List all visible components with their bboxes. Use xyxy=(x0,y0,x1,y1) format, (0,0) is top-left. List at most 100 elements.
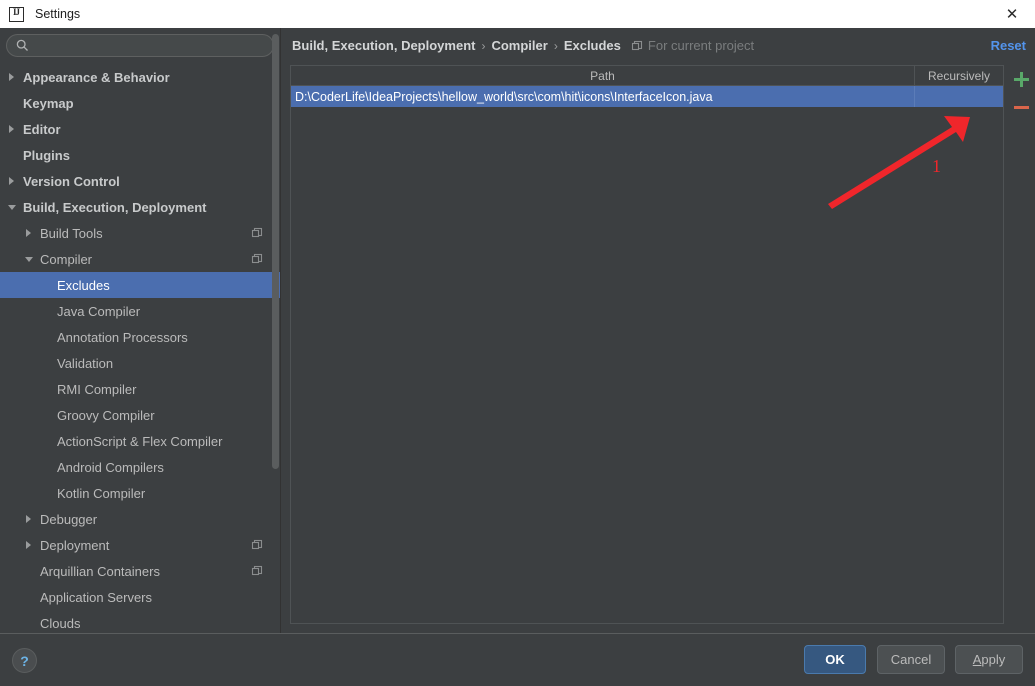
table-toolbar xyxy=(1007,65,1035,135)
help-button[interactable]: ? xyxy=(12,648,37,673)
sidebar-item-label: Groovy Compiler xyxy=(57,407,155,423)
sidebar-item-clouds[interactable]: Clouds xyxy=(0,610,281,633)
window-title: Settings xyxy=(35,7,81,21)
cell-recursively[interactable] xyxy=(915,86,1003,107)
settings-sidebar: Appearance & Behavior Keymap Editor Plugins… xyxy=(0,28,281,633)
reset-link[interactable]: Reset xyxy=(991,38,1026,53)
sidebar-item-label: Build Tools xyxy=(40,225,103,241)
chevron-right-icon[interactable] xyxy=(8,124,17,134)
tree-arrow-placeholder xyxy=(42,411,51,420)
sidebar-item-plugins[interactable]: Plugins xyxy=(0,142,281,168)
sidebar-item-label: Plugins xyxy=(23,147,70,163)
chevron-right-icon[interactable] xyxy=(25,228,34,238)
scope-note: For current project xyxy=(647,38,755,53)
cancel-button[interactable]: Cancel xyxy=(877,645,945,674)
plus-icon xyxy=(1013,71,1029,87)
remove-exclude-button[interactable] xyxy=(1007,93,1035,121)
apply-button[interactable]: Apply xyxy=(955,645,1023,674)
sidebar-item-validation[interactable]: Validation xyxy=(0,350,281,376)
project-scope-icon xyxy=(251,539,263,550)
sidebar-item-label: Arquillian Containers xyxy=(40,563,160,579)
breadcrumb-separator-1: › xyxy=(553,38,558,53)
project-scope-icon xyxy=(251,227,263,238)
search-icon xyxy=(16,39,28,51)
sidebar-item-appearance-behavior[interactable]: Appearance & Behavior xyxy=(0,64,281,90)
tree-arrow-placeholder xyxy=(42,437,51,446)
tree-arrow-placeholder xyxy=(42,489,51,498)
sidebar-item-compiler[interactable]: Compiler xyxy=(0,246,281,272)
chevron-right-icon[interactable] xyxy=(8,72,17,82)
sidebar-item-label: Editor xyxy=(23,121,61,137)
sidebar-item-label: Keymap xyxy=(23,95,74,111)
table-row[interactable]: D:\CoderLife\IdeaProjects\hellow_world\s… xyxy=(291,86,1003,107)
minus-icon xyxy=(1013,105,1029,109)
sidebar-item-keymap[interactable]: Keymap xyxy=(0,90,281,116)
sidebar-item-build-tools[interactable]: Build Tools xyxy=(0,220,281,246)
tree-arrow-placeholder xyxy=(25,567,34,576)
sidebar-item-actionscript-flex-compiler[interactable]: ActionScript & Flex Compiler xyxy=(0,428,281,454)
sidebar-item-label: Validation xyxy=(57,355,114,371)
breadcrumb-item-0[interactable]: Build, Execution, Deployment xyxy=(292,38,475,53)
chevron-right-icon[interactable] xyxy=(25,514,34,524)
sidebar-item-label: Clouds xyxy=(40,615,81,631)
apply-mnemonic: A xyxy=(972,652,982,667)
sidebar-item-excludes[interactable]: Excludes xyxy=(0,272,281,298)
sidebar-item-java-compiler[interactable]: Java Compiler xyxy=(0,298,281,324)
chevron-right-icon[interactable] xyxy=(25,540,34,550)
sidebar-item-debugger[interactable]: Debugger xyxy=(0,506,281,532)
sidebar-item-annotation-processors[interactable]: Annotation Processors xyxy=(0,324,281,350)
tree-arrow-placeholder xyxy=(42,359,51,368)
ok-button[interactable]: OK xyxy=(804,645,866,674)
chevron-right-icon[interactable] xyxy=(8,176,17,186)
table-body: D:\CoderLife\IdeaProjects\hellow_world\s… xyxy=(291,86,1003,107)
tree-arrow-placeholder xyxy=(42,281,51,290)
sidebar-item-android-compilers[interactable]: Android Compilers xyxy=(0,454,281,480)
close-icon[interactable]: ✕ xyxy=(989,0,1035,28)
chevron-down-icon[interactable] xyxy=(8,203,17,212)
sidebar-item-application-servers[interactable]: Application Servers xyxy=(0,584,281,610)
sidebar-item-label: Deployment xyxy=(40,537,110,553)
sidebar-item-label: ActionScript & Flex Compiler xyxy=(57,433,223,449)
sidebar-item-label: Application Servers xyxy=(40,589,152,605)
cell-path: D:\CoderLife\IdeaProjects\hellow_world\s… xyxy=(291,86,915,107)
settings-tree[interactable]: Appearance & Behavior Keymap Editor Plugins… xyxy=(0,64,281,633)
breadcrumb-item-2: Excludes xyxy=(563,38,621,53)
sidebar-item-label: RMI Compiler xyxy=(57,381,137,397)
tree-arrow-placeholder xyxy=(42,463,51,472)
tree-arrow-placeholder xyxy=(42,307,51,316)
sidebar-item-version-control[interactable]: Version Control xyxy=(0,168,281,194)
sidebar-item-editor[interactable]: Editor xyxy=(0,116,281,142)
column-header-path[interactable]: Path xyxy=(291,66,915,85)
tree-arrow-placeholder xyxy=(8,99,17,108)
excludes-table: Path Recursively D:\CoderLife\IdeaProjec… xyxy=(290,65,1004,624)
sidebar-item-rmi-compiler[interactable]: RMI Compiler xyxy=(0,376,281,402)
tree-arrow-placeholder xyxy=(25,593,34,602)
search-input[interactable] xyxy=(34,38,263,53)
sidebar-item-deployment[interactable]: Deployment xyxy=(0,532,281,558)
sidebar-item-label: Annotation Processors xyxy=(57,329,188,345)
sidebar-item-build-execution-deployment[interactable]: Build, Execution, Deployment xyxy=(0,194,281,220)
breadcrumb: Build, Execution, Deployment › Compiler … xyxy=(292,38,754,53)
search-field[interactable] xyxy=(6,34,274,57)
breadcrumb-item-1[interactable]: Compiler xyxy=(491,38,547,53)
column-header-recursively[interactable]: Recursively xyxy=(915,66,1003,85)
sidebar-item-label: Excludes xyxy=(57,277,110,293)
sidebar-item-arquillian-containers[interactable]: Arquillian Containers xyxy=(0,558,281,584)
sidebar-item-kotlin-compiler[interactable]: Kotlin Compiler xyxy=(0,480,281,506)
project-scope-icon xyxy=(251,253,263,264)
settings-content: Build, Execution, Deployment › Compiler … xyxy=(281,28,1035,633)
sidebar-item-label: Version Control xyxy=(23,173,120,189)
add-exclude-button[interactable] xyxy=(1007,65,1035,93)
breadcrumb-separator-0: › xyxy=(481,38,486,53)
apply-label-rest: pply xyxy=(981,652,1006,667)
sidebar-scrollbar[interactable] xyxy=(272,34,279,469)
tree-arrow-placeholder xyxy=(42,333,51,342)
tree-arrow-placeholder xyxy=(42,385,51,394)
sidebar-item-label: Kotlin Compiler xyxy=(57,485,146,501)
sidebar-item-label: Android Compilers xyxy=(57,459,164,475)
tree-arrow-placeholder xyxy=(25,619,34,628)
sidebar-item-label: Build, Execution, Deployment xyxy=(23,199,207,215)
chevron-down-icon[interactable] xyxy=(25,255,34,264)
sidebar-item-groovy-compiler[interactable]: Groovy Compiler xyxy=(0,402,281,428)
sidebar-item-label: Java Compiler xyxy=(57,303,141,319)
